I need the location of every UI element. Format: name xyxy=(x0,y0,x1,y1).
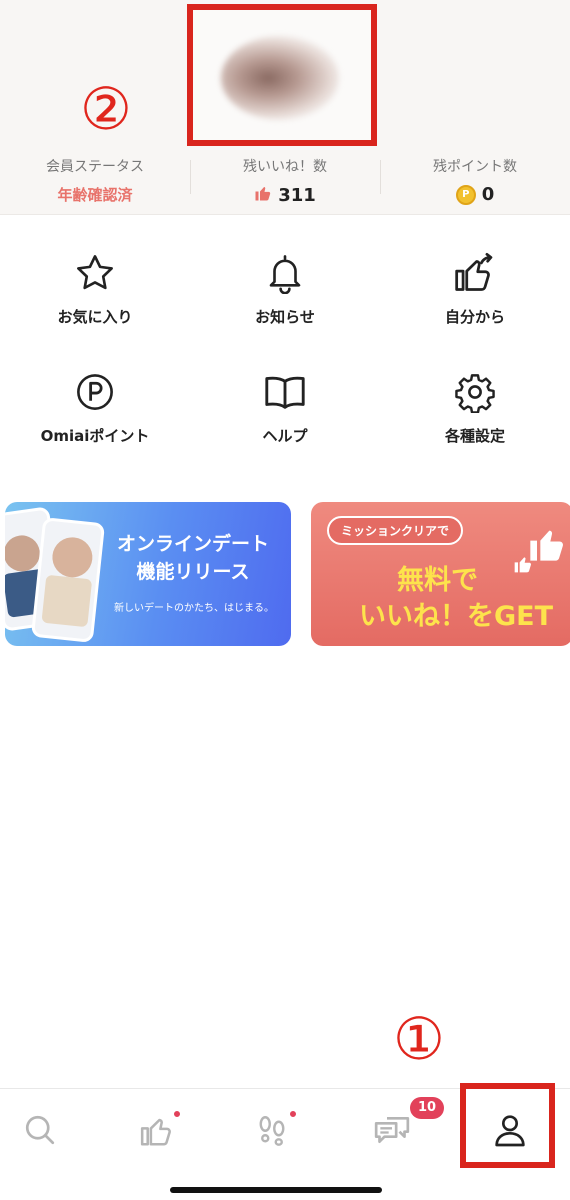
likes-notification-dot xyxy=(172,1109,182,1119)
book-icon xyxy=(262,369,308,415)
avatar[interactable] xyxy=(221,36,339,120)
remaining-likes-value: 311 xyxy=(278,185,316,206)
messages-icon xyxy=(372,1110,412,1154)
menu-item-favorites[interactable]: お気に入り xyxy=(0,250,190,327)
menu-label: 各種設定 xyxy=(444,427,505,445)
menu-grid: お気に入り お知らせ 自分から Omiaiポイント ヘルプ 各種設定 xyxy=(0,250,570,446)
mission-pill: ミッションクリアで xyxy=(327,516,464,545)
footprints-notification-dot xyxy=(288,1109,298,1119)
thumbs-up-icon xyxy=(254,184,272,207)
menu-item-notices[interactable]: お知らせ xyxy=(190,250,380,327)
nav-footprints[interactable] xyxy=(242,1107,302,1157)
menu-label: お気に入り xyxy=(57,308,133,326)
menu-label: 自分から xyxy=(444,308,505,326)
search-icon xyxy=(22,1112,58,1152)
avatar-highlight-box xyxy=(187,4,377,146)
remaining-points[interactable]: 残ポイント数 P 0 xyxy=(380,150,570,210)
bell-icon xyxy=(262,250,308,296)
nav-likes[interactable] xyxy=(128,1107,188,1157)
menu-item-from-me[interactable]: 自分から xyxy=(380,250,570,327)
star-icon xyxy=(72,250,118,296)
thumbs-up-icon xyxy=(513,554,533,578)
stats-bar: 会員ステータス 年齢確認済 残いいね！数 311 残ポイント数 P 0 xyxy=(0,150,570,210)
member-status[interactable]: 会員ステータス 年齢確認済 xyxy=(0,150,190,210)
menu-item-help[interactable]: ヘルプ xyxy=(190,369,380,446)
phone-image xyxy=(30,517,106,643)
member-status-label: 会員ステータス xyxy=(46,159,144,175)
banner-line1: 無料で xyxy=(397,565,478,596)
remaining-points-label: 残ポイント数 xyxy=(433,159,517,175)
thumbs-up-icon xyxy=(527,524,567,568)
profile-highlight-box xyxy=(460,1083,555,1168)
banner-title: オンラインデート 機能リリース xyxy=(116,533,269,583)
remaining-likes[interactable]: 残いいね！数 311 xyxy=(190,150,380,210)
menu-label: お知らせ xyxy=(255,308,315,326)
like-icon xyxy=(139,1111,177,1153)
home-indicator xyxy=(170,1187,382,1193)
thumbs-up-share-icon xyxy=(452,250,498,296)
nav-search[interactable] xyxy=(10,1107,70,1157)
menu-item-settings[interactable]: 各種設定 xyxy=(380,369,570,446)
menu-label: Omiaiポイント xyxy=(40,427,150,445)
gear-icon xyxy=(452,369,498,415)
online-date-banner[interactable]: オンラインデート 機能リリース 新しいデートのかたち、はじまる。 xyxy=(5,502,291,646)
banner-line2: いいね！をGET xyxy=(359,601,554,632)
member-status-value: 年齢確認済 xyxy=(57,186,133,204)
profile-header: ② 会員ステータス 年齢確認済 残いいね！数 311 残ポイント数 P 0 xyxy=(0,0,570,215)
annotation-2: ② xyxy=(80,75,132,143)
remaining-points-value: 0 xyxy=(481,184,495,205)
point-coin-icon: P xyxy=(455,184,476,205)
footprints-icon xyxy=(254,1112,290,1152)
messages-badge: 10 xyxy=(410,1097,444,1119)
remaining-likes-label: 残いいね！数 xyxy=(243,159,327,175)
menu-item-omiai-points[interactable]: Omiaiポイント xyxy=(0,369,190,446)
annotation-1: ① xyxy=(393,1005,445,1073)
banner-subtitle: 新しいデートのかたち、はじまる。 xyxy=(114,603,274,614)
menu-label: ヘルプ xyxy=(262,427,308,445)
point-icon xyxy=(72,369,118,415)
mission-banner[interactable]: ミッションクリアで 無料で いいね！をGET xyxy=(311,502,570,646)
